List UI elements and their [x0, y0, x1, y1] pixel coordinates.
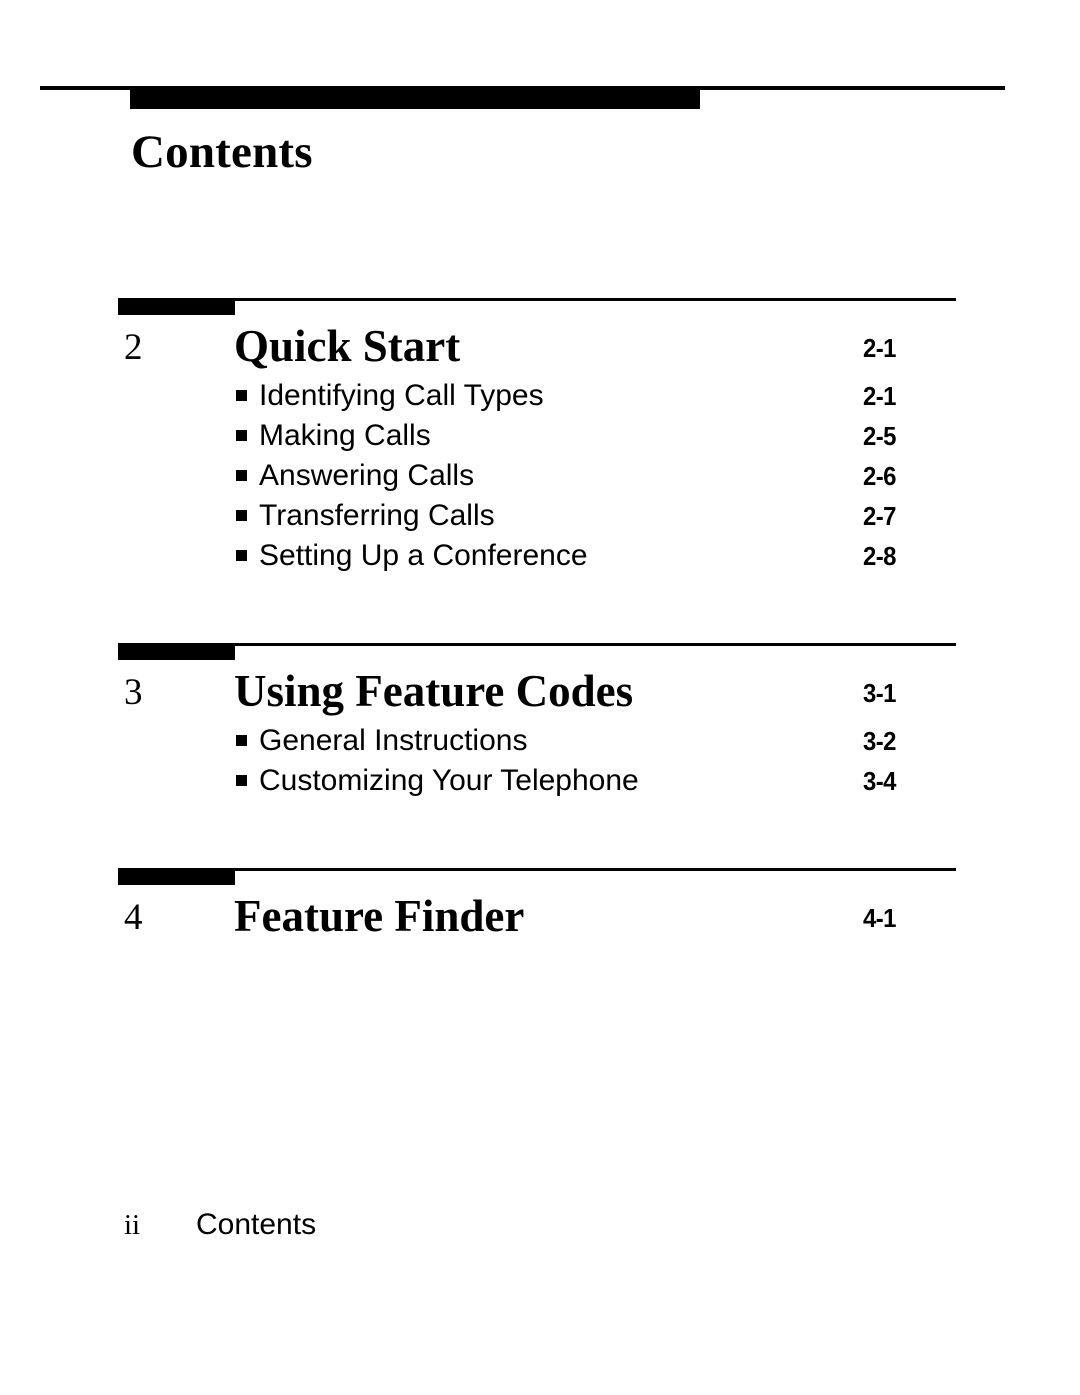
- square-bullet-icon: [236, 390, 247, 401]
- chapter-title[interactable]: Feature Finder: [234, 890, 524, 942]
- footer-folio: ii: [124, 1209, 141, 1241]
- square-bullet-icon: [236, 470, 247, 481]
- list-item[interactable]: Making Calls 2-5: [0, 416, 1080, 456]
- chapter-page-number: 2-1: [863, 333, 896, 363]
- list-item[interactable]: Answering Calls 2-6: [0, 456, 1080, 496]
- square-bullet-icon: [236, 735, 247, 746]
- chapter-number: 4: [124, 897, 143, 938]
- chapter-accent-bar: [118, 868, 235, 885]
- chapter-page-number: 4-1: [863, 903, 896, 933]
- footer-label: Contents: [196, 1208, 317, 1241]
- entry-page-number: 2-1: [863, 381, 896, 411]
- square-bullet-icon: [236, 510, 247, 521]
- chapter-rule: [118, 643, 956, 646]
- entry-label[interactable]: Identifying Call Types: [259, 376, 544, 416]
- entry-label[interactable]: Setting Up a Conference: [259, 536, 588, 576]
- chapter-heading-row[interactable]: 3 Using Feature Codes 3-1: [0, 665, 1080, 721]
- list-item[interactable]: Identifying Call Types 2-1: [0, 376, 1080, 416]
- chapter-page-number: 3-1: [863, 678, 896, 708]
- entry-label[interactable]: Transferring Calls: [259, 496, 495, 536]
- square-bullet-icon: [236, 775, 247, 786]
- page-title: Contents: [131, 126, 313, 178]
- list-item[interactable]: Transferring Calls 2-7: [0, 496, 1080, 536]
- chapter-entry-list: General Instructions 3-2 Customizing You…: [0, 721, 1080, 801]
- entry-page-number: 2-7: [863, 501, 896, 531]
- chapter-heading-row[interactable]: 2 Quick Start 2-1: [0, 320, 1080, 376]
- list-item[interactable]: Setting Up a Conference 2-8: [0, 536, 1080, 576]
- entry-page-number: 3-2: [863, 726, 896, 756]
- chapter-accent-bar: [118, 643, 235, 660]
- header-accent-bar: [130, 90, 700, 109]
- chapter-accent-bar: [118, 298, 235, 315]
- entry-label[interactable]: Customizing Your Telephone: [259, 761, 639, 801]
- entry-label[interactable]: Answering Calls: [259, 456, 474, 496]
- list-item[interactable]: Customizing Your Telephone 3-4: [0, 761, 1080, 801]
- chapter-entry-list: Identifying Call Types 2-1 Making Calls …: [0, 376, 1080, 576]
- chapter-heading-row[interactable]: 4 Feature Finder 4-1: [0, 890, 1080, 946]
- entry-page-number: 3-4: [863, 766, 896, 796]
- chapter-number: 2: [124, 327, 143, 368]
- square-bullet-icon: [236, 430, 247, 441]
- entry-page-number: 2-6: [863, 461, 896, 491]
- chapter-rule: [118, 298, 956, 301]
- chapter-title[interactable]: Quick Start: [234, 320, 460, 372]
- page-footer: ii Contents: [0, 1205, 1080, 1249]
- square-bullet-icon: [236, 550, 247, 561]
- chapter-number: 3: [124, 672, 143, 713]
- chapter-title[interactable]: Using Feature Codes: [234, 665, 633, 717]
- entry-label[interactable]: General Instructions: [259, 721, 527, 761]
- entry-label[interactable]: Making Calls: [259, 416, 431, 456]
- chapter-rule: [118, 868, 956, 871]
- entry-page-number: 2-5: [863, 421, 896, 451]
- entry-page-number: 2-8: [863, 541, 896, 571]
- list-item[interactable]: General Instructions 3-2: [0, 721, 1080, 761]
